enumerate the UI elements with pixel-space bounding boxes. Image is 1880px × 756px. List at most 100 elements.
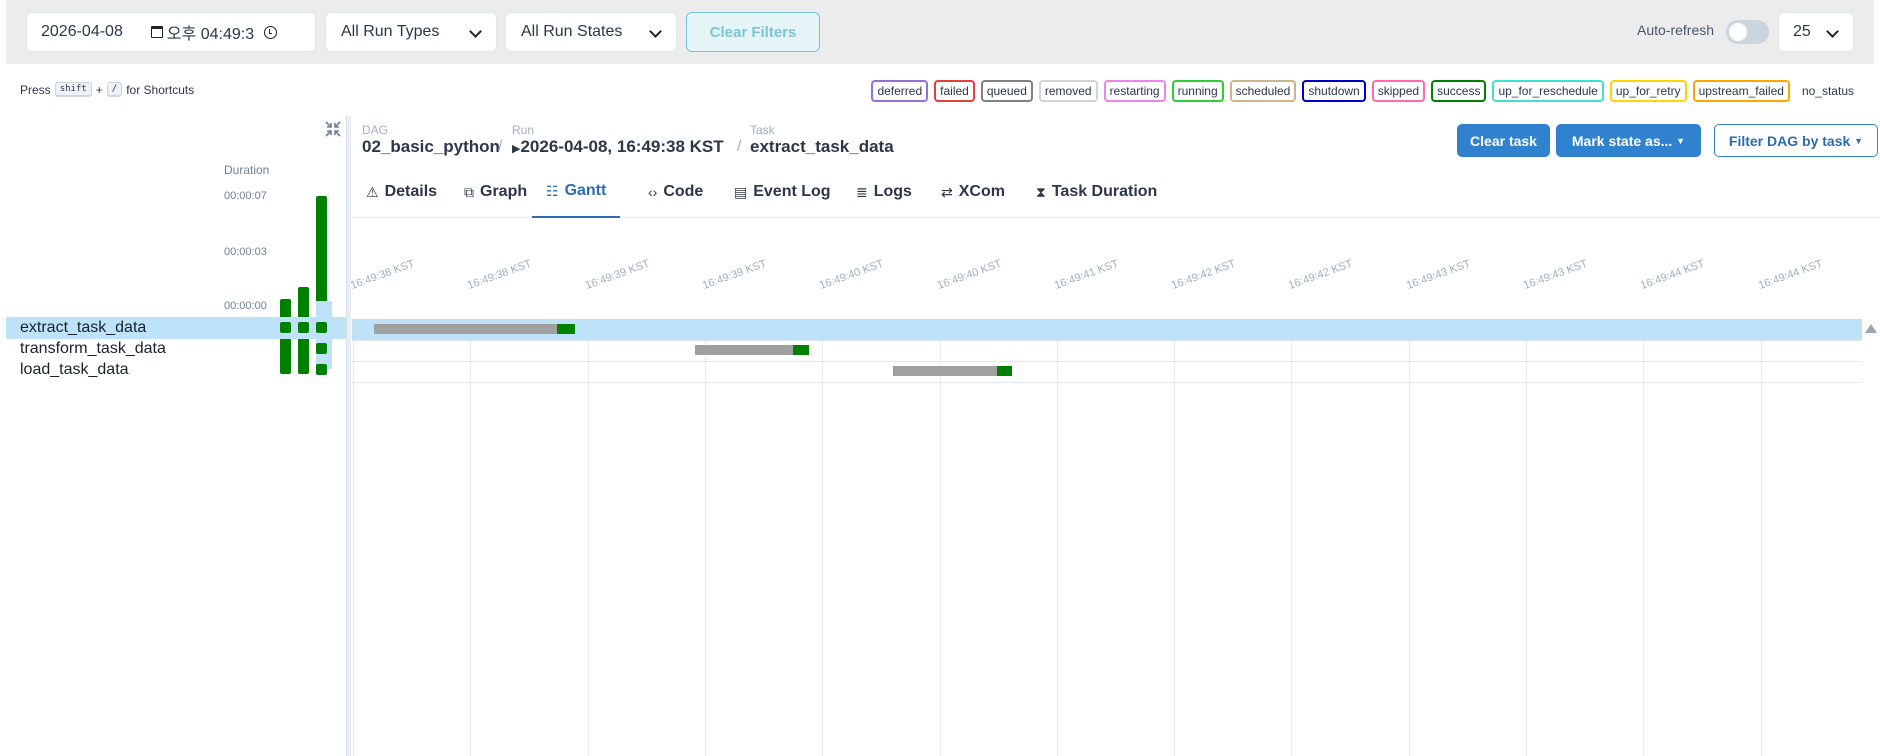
- clear-task-button[interactable]: Clear task: [1457, 124, 1550, 157]
- gantt-queued-bar[interactable]: [374, 324, 557, 334]
- shortcut-press-text: Press: [20, 82, 51, 97]
- time-tick-label: 16:49:40 KST: [935, 257, 1003, 292]
- duration-tick: 00:00:03: [224, 246, 267, 258]
- legend-failed[interactable]: failed: [934, 80, 975, 102]
- breadcrumb-task-label: Task: [750, 123, 775, 137]
- caret-down-icon: ▼: [1676, 135, 1686, 146]
- gantt-queued-bar[interactable]: [893, 366, 997, 376]
- task-instance-status[interactable]: [316, 343, 327, 354]
- details-icon: ⚠: [366, 183, 379, 200]
- gantt-running-bar[interactable]: [793, 345, 809, 355]
- time-gridline: [587, 340, 589, 756]
- legend-shutdown[interactable]: shutdown: [1302, 80, 1366, 102]
- slash-key: /: [106, 82, 123, 97]
- breadcrumb-run[interactable]: Run ▶2026-04-08, 16:49:38 KST: [512, 124, 724, 160]
- filter-dag-label: Filter DAG by task: [1728, 132, 1851, 149]
- legend-deferred[interactable]: deferred: [871, 80, 929, 102]
- legend-running[interactable]: running: [1171, 80, 1224, 102]
- gantt-row-divider: [352, 361, 1862, 362]
- plus-sign: +: [95, 82, 103, 97]
- time-gridline: [353, 340, 354, 756]
- run-states-select[interactable]: All Run States: [505, 12, 677, 52]
- duration-tick: 00:00:00: [224, 300, 267, 312]
- legend-success[interactable]: success: [1431, 80, 1487, 102]
- legend-removed[interactable]: removed: [1038, 80, 1098, 102]
- legend-scheduled[interactable]: scheduled: [1229, 80, 1297, 102]
- time-tick-label: 16:49:40 KST: [818, 257, 886, 292]
- breadcrumb-separator: /: [498, 138, 503, 155]
- tab-code[interactable]: ‹› Code: [648, 166, 703, 218]
- chevron-down-icon: [1826, 25, 1839, 38]
- code-icon: ‹›: [648, 184, 658, 200]
- legend-skipped[interactable]: skipped: [1371, 80, 1426, 102]
- time-gridline: [1643, 340, 1645, 756]
- panel-resize-handle[interactable]: [346, 116, 351, 756]
- shortcut-suffix-text: for Shortcuts: [126, 82, 195, 97]
- task-row-load-task-data[interactable]: load_task_data: [6, 359, 346, 381]
- state-legend: deferred failed queued removed restarting run…: [871, 80, 1860, 102]
- run-count-value: 25: [1793, 23, 1811, 40]
- task-instance-status[interactable]: [316, 364, 327, 375]
- tab-graph[interactable]: ⧉ Graph: [464, 166, 527, 218]
- tab-task-duration[interactable]: ⧗ Task Duration: [1036, 166, 1157, 218]
- filter-bar: 2026-04-08 오후 04:49:3 All Run Types All …: [6, 0, 1874, 64]
- tab-gantt[interactable]: ☷ Gantt: [532, 166, 621, 218]
- tab-xcom[interactable]: ⇄ XCom: [941, 166, 1005, 218]
- gantt-running-bar[interactable]: [557, 324, 575, 334]
- clear-filters-button[interactable]: Clear Filters: [686, 12, 820, 52]
- clock-icon[interactable]: [264, 25, 278, 39]
- legend-upstream-failed[interactable]: upstream_failed: [1692, 80, 1790, 102]
- tab-label: XCom: [958, 183, 1005, 200]
- auto-refresh-label: Auto-refresh: [1637, 22, 1715, 38]
- tab-label: Graph: [480, 183, 528, 200]
- tab-bar: ⚠ Details ⧉ Graph ☷ Gantt ‹› Code ▤ Event Log ≣ Log…: [352, 166, 1880, 218]
- time-tick-label: 16:49:38 KST: [466, 257, 534, 292]
- legend-queued[interactable]: queued: [980, 80, 1033, 102]
- breadcrumb-run-label: Run: [512, 123, 535, 137]
- shortcut-hint: Press shift + / for Shortcuts: [20, 82, 194, 97]
- task-row-transform-task-data[interactable]: transform_task_data: [6, 338, 346, 360]
- tab-details[interactable]: ⚠ Details: [366, 166, 437, 218]
- task-name: load_task_data: [20, 361, 129, 378]
- task-duration-icon: ⧗: [1036, 183, 1046, 200]
- run-count-select[interactable]: 25: [1778, 12, 1854, 52]
- breadcrumb-separator: /: [737, 138, 742, 155]
- selected-task-row: [352, 319, 1862, 341]
- breadcrumb-task-value: extract_task_data: [750, 137, 894, 156]
- tab-event-log[interactable]: ▤ Event Log: [734, 166, 831, 218]
- breadcrumb-dag[interactable]: DAG 02_basic_python: [362, 124, 500, 158]
- time-gridline: [1174, 340, 1176, 756]
- execution-date-input[interactable]: 2026-04-08 오후 04:49:3: [26, 12, 316, 52]
- filter-dag-button[interactable]: Filter DAG by task ▼: [1714, 124, 1878, 157]
- run-types-select[interactable]: All Run Types: [325, 12, 497, 52]
- task-instance-status[interactable]: [298, 343, 309, 354]
- gantt-running-bar[interactable]: [997, 366, 1012, 376]
- tab-label: Code: [663, 183, 704, 200]
- task-instance-status[interactable]: [298, 322, 309, 333]
- time-tick-label: 16:49:38 KST: [348, 257, 417, 292]
- auto-refresh-toggle[interactable]: [1726, 20, 1769, 44]
- scroll-up-icon[interactable]: [1865, 324, 1877, 333]
- time-tick-label: 16:49:39 KST: [700, 257, 769, 292]
- mark-state-button[interactable]: Mark state as... ▼: [1556, 124, 1701, 157]
- task-instance-status[interactable]: [316, 322, 327, 333]
- breadcrumb-task[interactable]: Task extract_task_data: [750, 124, 894, 158]
- caret-down-icon: ▼: [1854, 135, 1864, 146]
- task-instance-status[interactable]: [280, 322, 291, 333]
- task-row-extract-task-data[interactable]: extract_task_data: [6, 317, 346, 339]
- legend-restarting[interactable]: restarting: [1103, 80, 1166, 102]
- collapse-grid-icon[interactable]: [324, 120, 342, 138]
- tab-label: Event Log: [753, 183, 831, 200]
- gantt-row-divider: [352, 340, 1862, 341]
- xcom-icon: ⇄: [941, 183, 953, 200]
- tab-label: Details: [384, 183, 438, 200]
- calendar-icon[interactable]: [150, 26, 163, 38]
- legend-up-for-reschedule[interactable]: up_for_reschedule: [1492, 80, 1604, 102]
- legend-no-status[interactable]: no_status: [1796, 80, 1860, 102]
- duration-label: Duration: [224, 163, 270, 177]
- breadcrumb-dag-label: DAG: [362, 123, 389, 137]
- gantt-queued-bar[interactable]: [695, 345, 794, 355]
- legend-up-for-retry[interactable]: up_for_retry: [1609, 80, 1687, 102]
- task-instance-status[interactable]: [280, 343, 291, 354]
- tab-logs[interactable]: ≣ Logs: [856, 166, 912, 218]
